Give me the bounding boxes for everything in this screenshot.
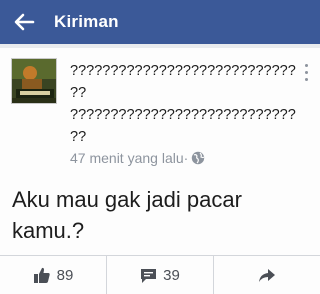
author-line: ???????????????????????????? (70, 107, 296, 123)
comment-icon (141, 268, 157, 283)
more-dot (304, 78, 308, 81)
more-options-button[interactable] (298, 60, 314, 86)
comment-count: 39 (163, 266, 180, 284)
post-text: Aku mau gak jadi pacar kamu.? (12, 187, 242, 243)
back-button[interactable] (6, 4, 42, 40)
more-dot (304, 64, 308, 67)
more-dot (304, 71, 308, 74)
page-title: Kiriman (54, 12, 119, 31)
post-card: ???????????????????????????? ?? ????????… (0, 48, 320, 294)
author-line: ?? (70, 85, 87, 101)
profile-picture (12, 59, 56, 103)
app-bar: Kiriman (0, 0, 320, 44)
author-line: ?? (70, 129, 87, 145)
comment-button[interactable]: 39 (106, 256, 213, 294)
post-timestamp[interactable]: 47 menit yang lalu· (70, 149, 188, 167)
thumbs-up-icon (33, 267, 50, 283)
share-icon (259, 269, 275, 282)
globe-icon (192, 151, 205, 165)
share-button[interactable] (213, 256, 320, 294)
arrow-left-icon (14, 13, 35, 31)
like-button[interactable]: 89 (0, 256, 106, 294)
author-line: ???????????????????????????? (70, 63, 296, 79)
avatar[interactable] (11, 58, 57, 104)
like-count: 89 (56, 266, 74, 284)
author-name[interactable]: ???????????????????????????? ?? ????????… (70, 60, 298, 148)
post-meta: 47 menit yang lalu· (70, 149, 298, 167)
post-header: ???????????????????????????? ?? ????????… (70, 60, 298, 167)
action-bar: 89 39 (0, 255, 320, 294)
